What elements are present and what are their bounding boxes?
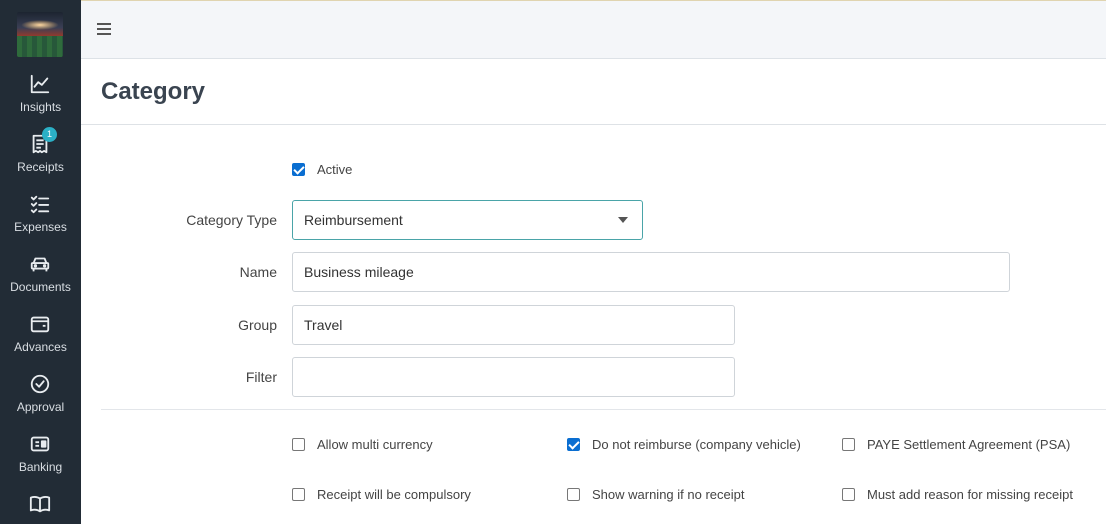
hamburger-menu-icon[interactable] <box>97 23 113 37</box>
sidebar-item-label: Receipts <box>17 160 64 174</box>
allow-multi-currency-label: Allow multi currency <box>317 437 433 452</box>
filter-input[interactable] <box>292 357 735 397</box>
receipt-compulsory-label: Receipt will be compulsory <box>317 487 471 502</box>
category-type-label: Category Type <box>186 212 277 228</box>
sidebar-item-documents[interactable]: Documents <box>0 241 81 299</box>
receipts-count-badge: 1 <box>42 127 57 142</box>
book-icon <box>29 496 51 513</box>
chevron-down-icon <box>618 217 628 223</box>
top-bar <box>81 0 1106 59</box>
active-checkbox[interactable] <box>292 163 305 176</box>
sidebar-item-label: Approval <box>16 400 65 414</box>
sidebar-item-advances[interactable]: Advances <box>0 301 81 359</box>
group-input[interactable]: Travel <box>292 305 735 345</box>
do-not-reimburse-checkbox[interactable] <box>567 438 580 451</box>
page-title: Category <box>101 78 206 105</box>
checklist-icon <box>30 195 50 214</box>
missing-receipt-reason-label: Must add reason for missing receipt <box>867 487 1073 502</box>
name-label: Name <box>239 264 277 280</box>
group-label: Group <box>238 317 277 333</box>
sidebar-item-label: Insights <box>19 100 62 114</box>
section-divider <box>101 409 1106 410</box>
sidebar-item-label: Documents <box>10 280 71 294</box>
paye-settlement-label: PAYE Settlement Agreement (PSA) <box>867 437 1071 452</box>
sidebar-item-expenses[interactable]: Expenses <box>0 181 81 239</box>
sidebar-item-label: Expenses <box>14 220 67 234</box>
show-warning-checkbox[interactable] <box>567 488 580 501</box>
company-logo[interactable] <box>17 12 63 57</box>
sidebar: Insights 1 Receipts Expenses Documents A… <box>0 0 81 524</box>
bank-card-icon <box>30 436 50 452</box>
sidebar-item-book[interactable] <box>0 481 81 524</box>
wallet-icon <box>30 316 50 333</box>
allow-multi-currency-checkbox[interactable] <box>292 438 305 451</box>
name-input[interactable]: Business mileage <box>292 252 1010 292</box>
do-not-reimburse-label: Do not reimburse (company vehicle) <box>592 437 801 452</box>
sidebar-item-label: Banking <box>18 460 63 474</box>
missing-receipt-reason-checkbox[interactable] <box>842 488 855 501</box>
category-type-select[interactable]: Reimbursement <box>292 200 643 240</box>
check-circle-icon <box>30 374 50 394</box>
sidebar-item-label: Advances <box>14 340 67 354</box>
category-type-value: Reimbursement <box>304 212 403 228</box>
filter-label: Filter <box>245 369 277 385</box>
active-label: Active <box>317 162 353 177</box>
sidebar-item-approval[interactable]: Approval <box>0 361 81 419</box>
car-icon <box>30 257 50 272</box>
show-warning-label: Show warning if no receipt <box>592 487 745 502</box>
sidebar-item-receipts[interactable]: 1 Receipts <box>0 121 81 179</box>
paye-settlement-checkbox[interactable] <box>842 438 855 451</box>
sidebar-item-banking[interactable]: Banking <box>0 421 81 479</box>
chart-line-icon <box>30 74 50 94</box>
page-header: Category <box>81 59 1106 125</box>
sidebar-item-insights[interactable]: Insights <box>0 61 81 119</box>
receipt-compulsory-checkbox[interactable] <box>292 488 305 501</box>
